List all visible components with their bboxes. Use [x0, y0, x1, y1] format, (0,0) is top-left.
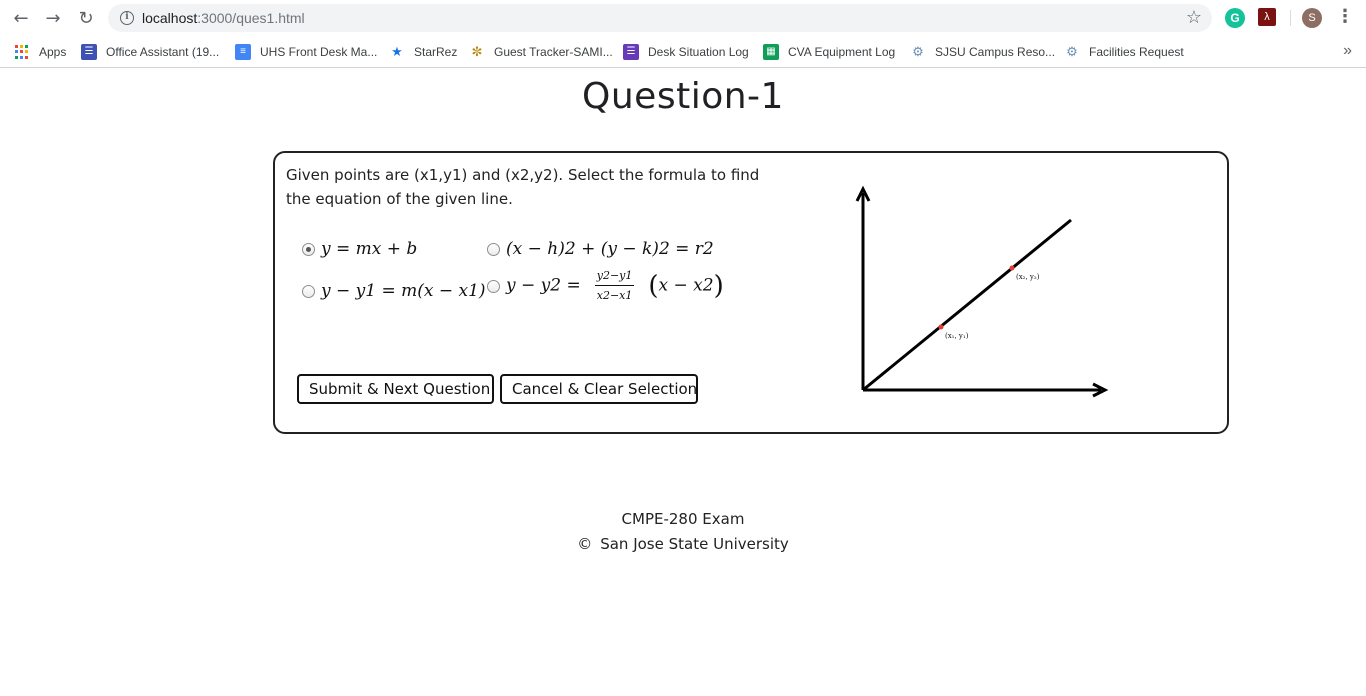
- forward-arrow-icon[interactable]: →: [42, 8, 64, 29]
- bookmark-star-icon[interactable]: ☆: [1186, 7, 1202, 28]
- option-formula: y − y2 = y2−y1 x2−x1 (x − x2): [506, 269, 724, 303]
- point-2-label: (x₂, y₂): [1016, 273, 1040, 281]
- formula-rhs: x − x2: [658, 275, 714, 296]
- toolbar-divider: [1290, 10, 1291, 26]
- footer-university: © San Jose State University: [0, 532, 1366, 557]
- bookmark-label: Office Assistant (19...: [106, 45, 220, 59]
- option-slope-intercept[interactable]: y = mx + b: [302, 239, 417, 259]
- forms-icon: ☰: [81, 44, 97, 60]
- plotted-line: [862, 218, 1072, 392]
- sjsu-icon: ⚙: [1066, 44, 1078, 59]
- bookmarks-bar: Apps ☰ Office Assistant (19... ≡ UHS Fro…: [0, 36, 1366, 68]
- bookmark-desk-situation-log[interactable]: ☰ Desk Situation Log: [623, 42, 749, 62]
- tracker-icon: ✼: [471, 44, 483, 59]
- close-paren: ): [713, 271, 724, 301]
- back-arrow-icon[interactable]: ←: [10, 8, 32, 29]
- option-radio[interactable]: [487, 279, 500, 293]
- bookmark-label: SJSU Campus Reso...: [935, 45, 1056, 59]
- option-formula: y − y1 = m(x − x1): [321, 281, 486, 301]
- option-point-slope[interactable]: y − y1 = m(x − x1): [302, 281, 486, 301]
- more-menu-icon[interactable]: ⋮: [1336, 8, 1354, 26]
- profile-avatar[interactable]: S: [1302, 8, 1322, 28]
- bookmark-guest-tracker[interactable]: ✼ Guest Tracker-SAMI...: [469, 42, 613, 62]
- point-1-label: (x₁, y₁): [945, 332, 969, 340]
- bookmark-uhs-front-desk[interactable]: ≡ UHS Front Desk Ma...: [235, 42, 377, 62]
- option-formula: y = mx + b: [321, 239, 418, 259]
- bookmarks-overflow-icon[interactable]: »: [1343, 42, 1352, 60]
- bookmark-apps[interactable]: Apps: [14, 42, 66, 62]
- option-radio[interactable]: [302, 284, 315, 298]
- docs-icon: ≡: [235, 44, 251, 60]
- open-paren: (: [648, 271, 659, 301]
- bookmark-label: StarRez: [414, 45, 458, 59]
- bookmark-office-assistant[interactable]: ☰ Office Assistant (19...: [81, 42, 219, 62]
- bookmark-label: Desk Situation Log: [648, 45, 749, 59]
- submit-next-button[interactable]: Submit & Next Question: [297, 374, 494, 404]
- footer-course: CMPE-280 Exam: [621, 510, 745, 528]
- bookmark-starrez[interactable]: ★ StarRez: [389, 42, 457, 62]
- line-graph: (x₁, y₁) (x₂, y₂): [855, 185, 1109, 398]
- point-2-marker: [1009, 265, 1015, 271]
- bookmark-label: Facilities Request: [1089, 45, 1184, 59]
- bookmark-facilities-request[interactable]: ⚙ Facilities Request: [1064, 42, 1184, 62]
- forms-icon: ☰: [623, 44, 639, 60]
- url-text[interactable]: localhost:3000/ques1.html: [142, 10, 305, 26]
- option-two-point[interactable]: y − y2 = y2−y1 x2−x1 (x − x2): [487, 269, 724, 303]
- option-circle-equation[interactable]: (x − h)2 + (y − k)2 = r2: [487, 239, 714, 259]
- question-card: Given points are (x1,y1) and (x2,y2). Se…: [273, 151, 1229, 434]
- bookmark-label: Apps: [39, 45, 67, 59]
- option-formula: (x − h)2 + (y − k)2 = r2: [506, 239, 714, 259]
- url-path: :3000/ques1.html: [197, 10, 305, 26]
- bookmark-label: UHS Front Desk Ma...: [260, 45, 378, 59]
- address-bar[interactable]: i localhost:3000/ques1.html ☆: [108, 4, 1212, 32]
- formula-fraction: y2−y1 x2−x1: [594, 269, 635, 303]
- option-radio[interactable]: [487, 242, 500, 256]
- grammarly-icon[interactable]: G: [1225, 8, 1245, 28]
- bookmark-label: Guest Tracker-SAMI...: [494, 45, 613, 59]
- fraction-denominator: x2−x1: [596, 289, 633, 302]
- pdf-extension-icon[interactable]: λ: [1258, 8, 1276, 26]
- bookmark-cva-equipment-log[interactable]: ▦ CVA Equipment Log: [763, 42, 895, 62]
- option-radio[interactable]: [302, 242, 315, 256]
- formula-lhs: y − y2 =: [506, 275, 581, 296]
- sheets-icon: ▦: [763, 44, 779, 60]
- point-1-marker: [938, 324, 944, 330]
- sjsu-icon: ⚙: [912, 44, 924, 59]
- cancel-clear-button[interactable]: Cancel & Clear Selection: [500, 374, 698, 404]
- footer-university-name: San Jose State University: [600, 535, 789, 553]
- question-text: Given points are (x1,y1) and (x2,y2). Se…: [286, 166, 760, 208]
- apps-grid-icon: [14, 44, 30, 60]
- info-icon[interactable]: i: [120, 11, 134, 25]
- url-host: localhost: [142, 10, 198, 26]
- reload-icon[interactable]: ↻: [75, 8, 97, 29]
- bookmark-label: CVA Equipment Log: [788, 45, 896, 59]
- star-icon: ★: [391, 44, 403, 59]
- browser-toolbar: ← → ↻ i localhost:3000/ques1.html ☆ G λ …: [0, 0, 1366, 36]
- bookmark-sjsu-campus-resources[interactable]: ⚙ SJSU Campus Reso...: [910, 42, 1055, 62]
- copyright-icon: ©: [577, 535, 593, 553]
- fraction-numerator: y2−y1: [594, 269, 635, 286]
- footer: CMPE-280 Exam © San Jose State University: [0, 507, 1366, 557]
- page-title: Question-1: [582, 76, 784, 117]
